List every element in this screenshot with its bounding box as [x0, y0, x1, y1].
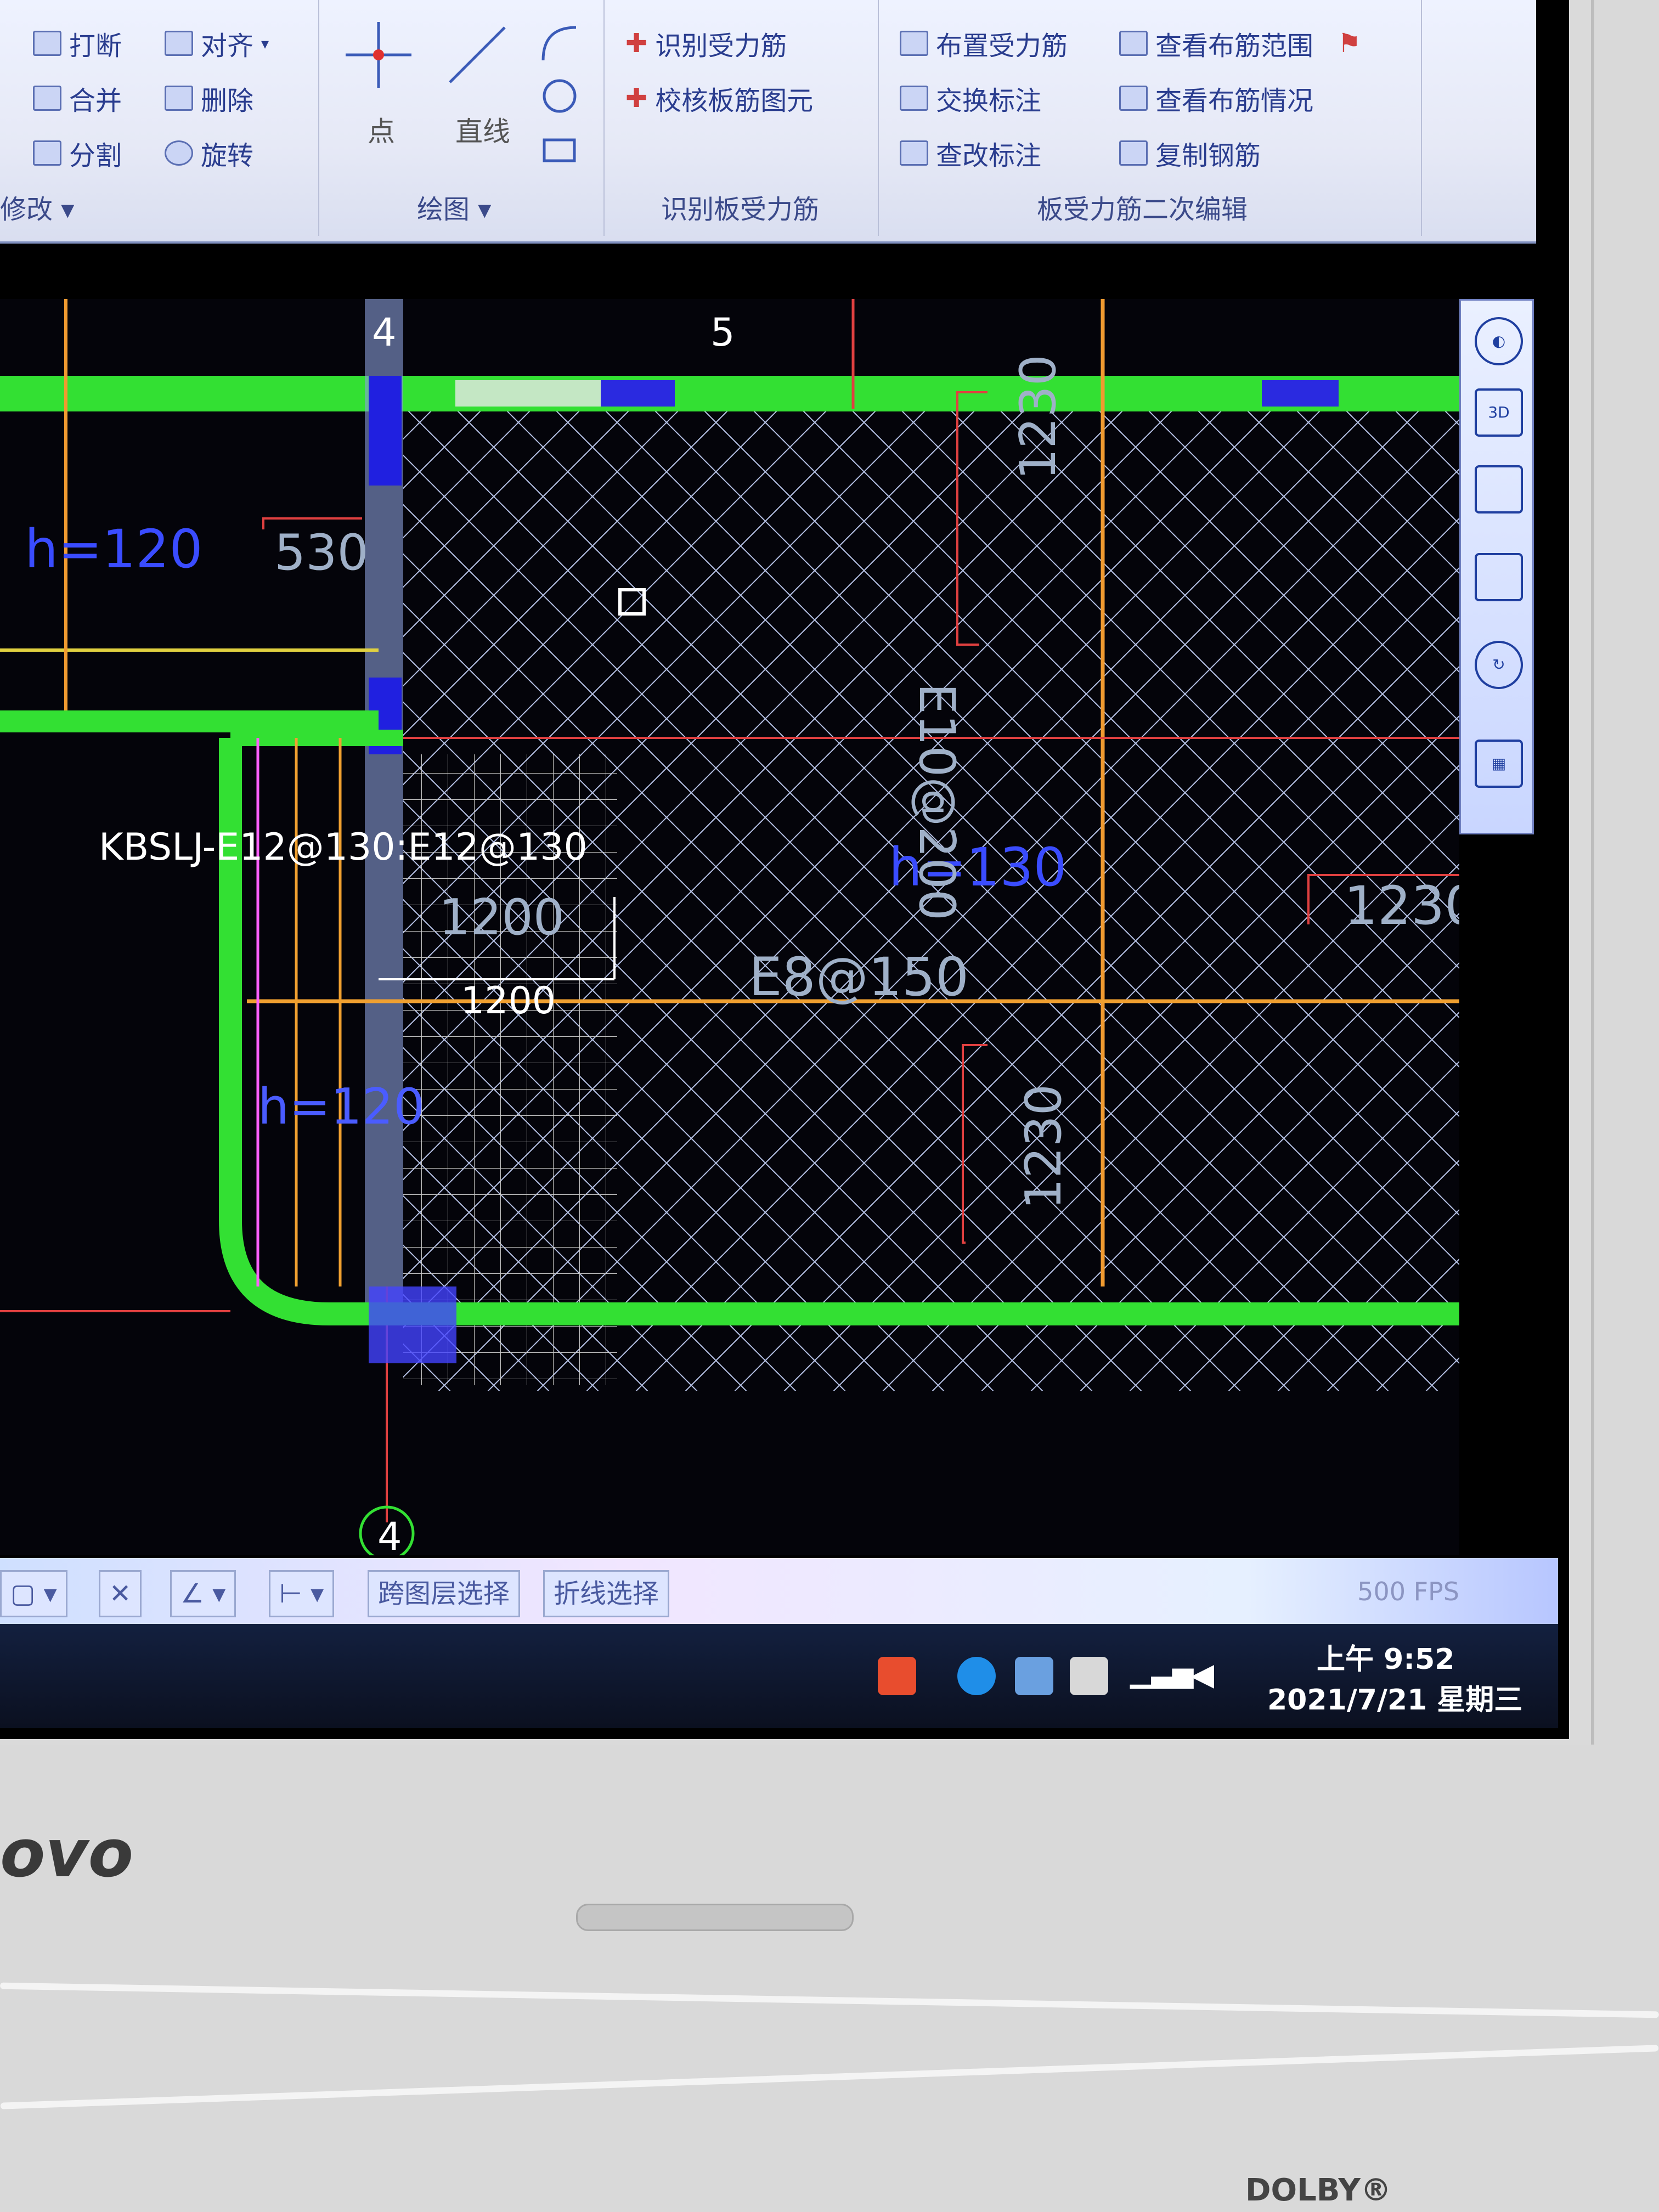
view-top-icon[interactable] — [1475, 465, 1523, 514]
break-icon — [33, 31, 61, 56]
power-icon[interactable] — [1070, 1657, 1108, 1695]
axis-label-4-bottom: 4 — [377, 1514, 402, 1555]
plus-icon: ✚ — [625, 83, 648, 114]
dim-1200-upper: 1200 — [439, 889, 565, 946]
dim-1230-top: 1230 — [1009, 354, 1067, 480]
fps-counter: 500 FPS — [1357, 1577, 1459, 1606]
modify-group: 打断 对齐 ▾ 合并 删除 分割 旋转 修改 ▾ — [0, 0, 319, 236]
cable — [0, 1982, 1659, 2018]
modify-label-icon — [900, 140, 928, 166]
swap-label-icon — [900, 86, 928, 111]
select-box-icon[interactable]: ▢ ▾ — [0, 1570, 67, 1617]
secondary-edit-group: 布置受力筋 查看布筋范围 ⚑ 交换标注 查看布筋情况 查改标注 复制钢筋 板受力筋… — [883, 0, 1422, 236]
beam-segment — [601, 380, 675, 407]
brush-icon — [165, 86, 193, 111]
identify-group-label: 识别板受力筋 — [661, 194, 820, 225]
screen: 打断 对齐 ▾ 合并 删除 分割 旋转 修改 ▾ 点 直线 绘图 ▾ ✚ 识别受… — [0, 0, 1569, 1739]
rebar-e10: E10@200 — [908, 683, 966, 921]
merge-button[interactable]: 合并 — [33, 79, 122, 117]
point-button[interactable]: 点 — [368, 110, 395, 149]
cad-canvas[interactable]: 4 5 4 A h=120 530 KBSLJ-E12@130:E12@130 … — [0, 299, 1459, 1555]
view-range-button[interactable]: 查看布筋范围 ⚑ — [1119, 24, 1361, 63]
slab-rebar-label: KBSLJ-E12@130:E12@130 — [99, 826, 588, 869]
top-beam — [0, 376, 1459, 411]
rotate-icon — [165, 140, 193, 166]
copy-rebar-icon — [1119, 140, 1148, 166]
orbit-icon[interactable]: ◐ — [1475, 317, 1523, 365]
break-button[interactable]: 打断 — [33, 24, 122, 63]
cable — [0, 2045, 1659, 2109]
check-slab-rebar-button[interactable]: ✚ 校核板筋图元 — [625, 79, 813, 117]
identify-group: ✚ 识别受力筋 ✚ 校核板筋图元 识别板受力筋 — [609, 0, 879, 236]
network-icon[interactable]: ▁▃▅ — [1130, 1657, 1193, 1695]
align-icon — [165, 31, 193, 56]
plus-icon: ✚ — [625, 28, 648, 59]
identify-rebar-button[interactable]: ✚ 识别受力筋 — [625, 24, 787, 63]
volume-icon[interactable]: ◀ — [1190, 1657, 1229, 1695]
place-rebar-icon — [900, 31, 928, 56]
flag-icon: ⚑ — [1338, 28, 1362, 59]
left-beam — [0, 710, 379, 732]
modify-label-button[interactable]: 查改标注 — [900, 134, 1041, 172]
view-status-button[interactable]: 查看布筋情况 — [1119, 79, 1313, 117]
line-button[interactable]: 直线 — [455, 110, 510, 149]
place-rebar-button[interactable]: 布置受力筋 — [900, 24, 1068, 63]
view-toolbar: ◐ 3D ↻ ▦ — [1459, 299, 1534, 834]
rotate-button[interactable]: 旋转 — [165, 134, 253, 172]
app-g-icon[interactable] — [957, 1657, 996, 1695]
secondary-edit-group-label: 板受力筋二次编辑 — [1037, 194, 1248, 225]
rotate-view-icon[interactable]: ↻ — [1475, 641, 1523, 689]
draw-shape-icons[interactable] — [538, 22, 582, 165]
ribbon: 打断 对齐 ▾ 合并 删除 分割 旋转 修改 ▾ 点 直线 绘图 ▾ ✚ 识别受… — [0, 0, 1536, 244]
laptop-hinge-slot — [576, 1904, 854, 1931]
view-side-icon[interactable] — [1475, 553, 1523, 601]
sogou-input-icon[interactable] — [878, 1657, 916, 1695]
bottom-toolbar: ▢ ▾ ✕ ∠ ▾ ⊢ ▾ 跨图层选择 折线选择 500 FPS — [0, 1558, 1558, 1624]
axis-label-4-top: 4 — [372, 310, 397, 355]
copy-rebar-button[interactable]: 复制钢筋 — [1119, 134, 1261, 172]
clock-time[interactable]: 上午 9:52 — [1317, 1636, 1454, 1677]
taskbar: ▁▃▅ ◀ 上午 9:52 2021/7/21 星期三 — [0, 1624, 1558, 1728]
view-range-icon — [1119, 31, 1148, 56]
chevron-down-icon: ▾ — [261, 34, 269, 53]
delete-button[interactable]: 删除 — [165, 79, 253, 117]
slab-thickness-left: h=120 — [25, 518, 203, 580]
column-block — [369, 1286, 456, 1363]
grid-view-icon[interactable]: ▦ — [1475, 740, 1523, 788]
dim-530: 530 — [274, 524, 369, 582]
dimension-icon[interactable]: ⊢ ▾ — [269, 1570, 335, 1617]
view-3d-button[interactable]: 3D — [1475, 388, 1523, 437]
point-icon[interactable] — [346, 22, 411, 88]
cad-drawing — [0, 299, 1459, 1555]
dim-1230-bottom: 1230 — [1015, 1084, 1073, 1210]
cross-icon[interactable]: ✕ — [99, 1570, 142, 1617]
modify-group-label[interactable]: 修改 ▾ — [0, 188, 74, 226]
dim-1230-right: 1230 — [1344, 875, 1459, 936]
split-button[interactable]: 分割 — [33, 134, 122, 172]
view-status-icon — [1119, 86, 1148, 111]
app-tray-icon[interactable] — [1015, 1657, 1053, 1695]
polyline-select-button[interactable]: 折线选择 — [543, 1570, 670, 1617]
slab-thickness-bottom: h=120 — [258, 1078, 425, 1136]
laptop-bezel: 打断 对齐 ▾ 合并 删除 分割 旋转 修改 ▾ 点 直线 绘图 ▾ ✚ 识别受… — [0, 0, 1594, 1745]
draw-group-label[interactable]: 绘图 ▾ — [417, 188, 491, 226]
beam-segment — [1262, 380, 1339, 407]
line-icon[interactable] — [444, 22, 510, 88]
cross-layer-select-button[interactable]: 跨图层选择 — [368, 1570, 521, 1617]
dolby-logo: DOLBY® — [1245, 2172, 1391, 2208]
angle-icon[interactable]: ∠ ▾ — [170, 1570, 236, 1617]
clock-date[interactable]: 2021/7/21 星期三 — [1267, 1677, 1522, 1718]
align-button[interactable]: 对齐 ▾ — [165, 24, 269, 63]
laptop-brand-logo: ovo — [0, 1816, 134, 1892]
rebar-e8: E8@150 — [749, 946, 969, 1008]
swap-label-button[interactable]: 交换标注 — [900, 79, 1041, 117]
merge-icon — [33, 86, 61, 111]
axis-label-5: 5 — [710, 310, 735, 355]
split-icon — [33, 140, 61, 166]
draw-group: 点 直线 绘图 ▾ — [324, 0, 605, 236]
dim-1200-lower: 1200 — [461, 979, 556, 1023]
beam-segment — [455, 380, 603, 407]
column-block — [369, 376, 402, 486]
